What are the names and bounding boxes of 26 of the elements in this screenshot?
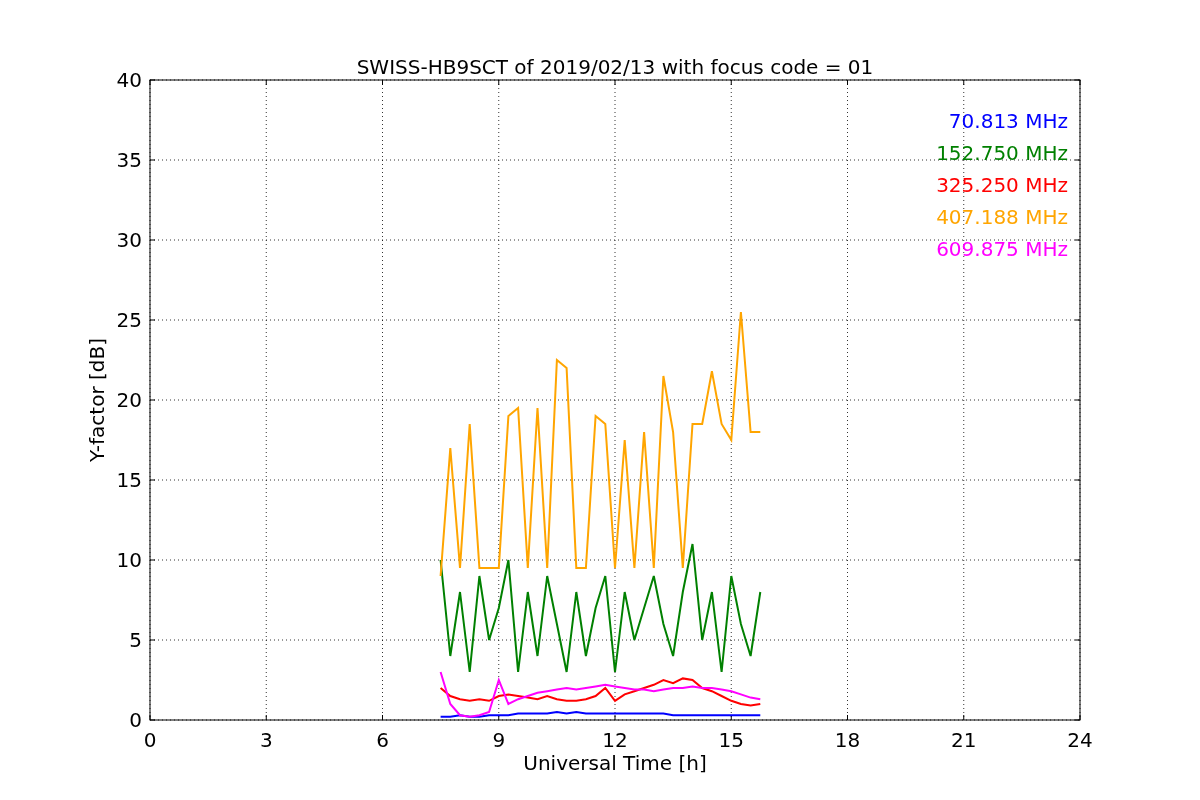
tick-label: 18 <box>834 728 861 752</box>
tick-label: 0 <box>129 708 142 732</box>
tick-label: 15 <box>718 728 744 752</box>
legend-label: 70.813 MHz <box>948 109 1068 133</box>
chart-title: SWISS-HB9SCT of 2019/02/13 with focus code = 01 <box>356 55 874 79</box>
tick-label: 6 <box>376 728 389 752</box>
legend-label: 609.875 MHz <box>936 237 1068 261</box>
tick-label: 25 <box>116 308 142 332</box>
tick-label: 20 <box>116 388 142 412</box>
tick-label: 0 <box>143 728 157 752</box>
legend-label: 325.250 MHz <box>936 173 1068 197</box>
tick-label: 24 <box>1067 728 1093 752</box>
legend-label: 407.188 MHz <box>936 205 1068 229</box>
tick-label: 10 <box>116 548 142 572</box>
x-axis-label: Universal Time [h] <box>523 751 707 775</box>
legend-label: 152.750 MHz <box>936 141 1068 165</box>
y-axis-label: Y-factor [dB] <box>85 338 109 462</box>
tick-label: 9 <box>492 728 506 752</box>
tick-label: 21 <box>951 728 977 752</box>
tick-label: 30 <box>116 228 142 252</box>
tick-label: 40 <box>116 68 142 92</box>
tick-label: 3 <box>259 728 273 752</box>
tick-label: 5 <box>129 628 142 652</box>
tick-label: 12 <box>602 728 628 752</box>
tick-label: 35 <box>116 148 142 172</box>
tick-label: 15 <box>116 468 142 492</box>
